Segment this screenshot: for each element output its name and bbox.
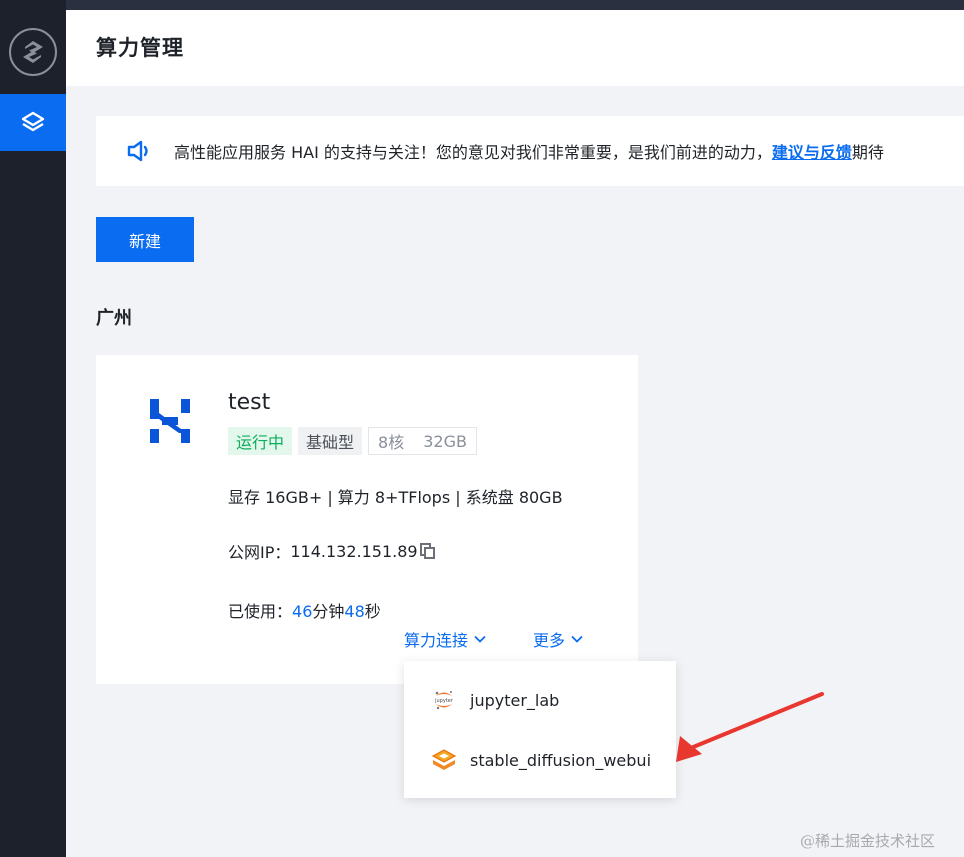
page-title: 算力管理: [96, 36, 184, 60]
minutes-unit: 分钟: [312, 602, 345, 621]
instance-spec: 显存 16GB+ | 算力 8+TFlops | 系统盘 80GB: [228, 488, 563, 507]
left-nav: [0, 0, 66, 857]
status-badge: 运行中: [228, 427, 293, 455]
used-label: 已使用：: [228, 602, 293, 621]
notice-text: 高性能应用服务 HAI 的支持与关注！您的意见对我们非常重要，是我们前进的动力，: [174, 143, 772, 162]
watermark: @稀土掘金技术社区: [800, 832, 936, 850]
connect-dropdown-menu: jupyter jupyter_lab stable_diffusion_web…: [404, 661, 676, 798]
instance-name: test: [228, 390, 271, 415]
used-seconds: 48: [344, 602, 365, 621]
more-button[interactable]: 更多: [533, 627, 583, 651]
layers-icon: [21, 111, 45, 131]
seconds-unit: 秒: [364, 602, 381, 621]
page-header: 算力管理: [66, 10, 964, 86]
compute-connect-label: 算力连接: [404, 631, 469, 650]
instance-logo-icon: [148, 397, 192, 445]
spec-badge: 8核 32GB: [368, 427, 477, 455]
window-top-bar: [0, 0, 964, 10]
new-button[interactable]: 新建: [96, 217, 194, 262]
ip-value: 114.132.151.89: [290, 541, 418, 561]
notice-tail: 期待: [851, 143, 884, 162]
ip-row: 公网IP： 114.132.151.89: [228, 539, 436, 563]
hai-logo-icon: [9, 28, 57, 76]
chevron-down-icon: [474, 635, 486, 643]
nav-item-compute[interactable]: [0, 94, 66, 151]
notice-banner: 高性能应用服务 HAI 的支持与关注！您的意见对我们非常重要，是我们前进的动力，…: [96, 116, 964, 186]
menu-item-jupyter-lab[interactable]: jupyter jupyter_lab: [404, 677, 676, 723]
usage-time: 已使用：46分钟48秒: [228, 598, 381, 622]
menu-item-label: stable_diffusion_webui: [470, 750, 652, 770]
instance-tags: 运行中 基础型 8核 32GB: [228, 427, 477, 455]
menu-item-stable-diffusion-webui[interactable]: stable_diffusion_webui: [404, 737, 676, 783]
product-logo[interactable]: [0, 10, 66, 94]
compute-connect-button[interactable]: 算力连接: [404, 627, 486, 651]
used-minutes: 46: [292, 602, 313, 621]
chevron-down-icon: [571, 635, 583, 643]
jupyter-icon: jupyter: [432, 688, 456, 712]
svg-text:jupyter: jupyter: [434, 698, 454, 704]
cpu-value: 8核: [378, 433, 405, 452]
region-heading: 广州: [96, 308, 132, 329]
speaker-icon: [126, 139, 152, 163]
memory-value: 32GB: [423, 431, 467, 451]
type-badge: 基础型: [298, 427, 363, 455]
more-label: 更多: [533, 631, 566, 650]
copy-icon[interactable]: [419, 543, 436, 559]
ip-label: 公网IP：: [228, 543, 291, 562]
stable-diffusion-icon: [432, 748, 456, 772]
instance-card: test 运行中 基础型 8核 32GB 显存 16GB+ | 算力 8+TFl…: [96, 355, 638, 684]
menu-item-label: jupyter_lab: [470, 690, 560, 710]
annotation-arrow-icon: [676, 692, 824, 762]
feedback-link[interactable]: 建议与反馈: [772, 139, 852, 163]
